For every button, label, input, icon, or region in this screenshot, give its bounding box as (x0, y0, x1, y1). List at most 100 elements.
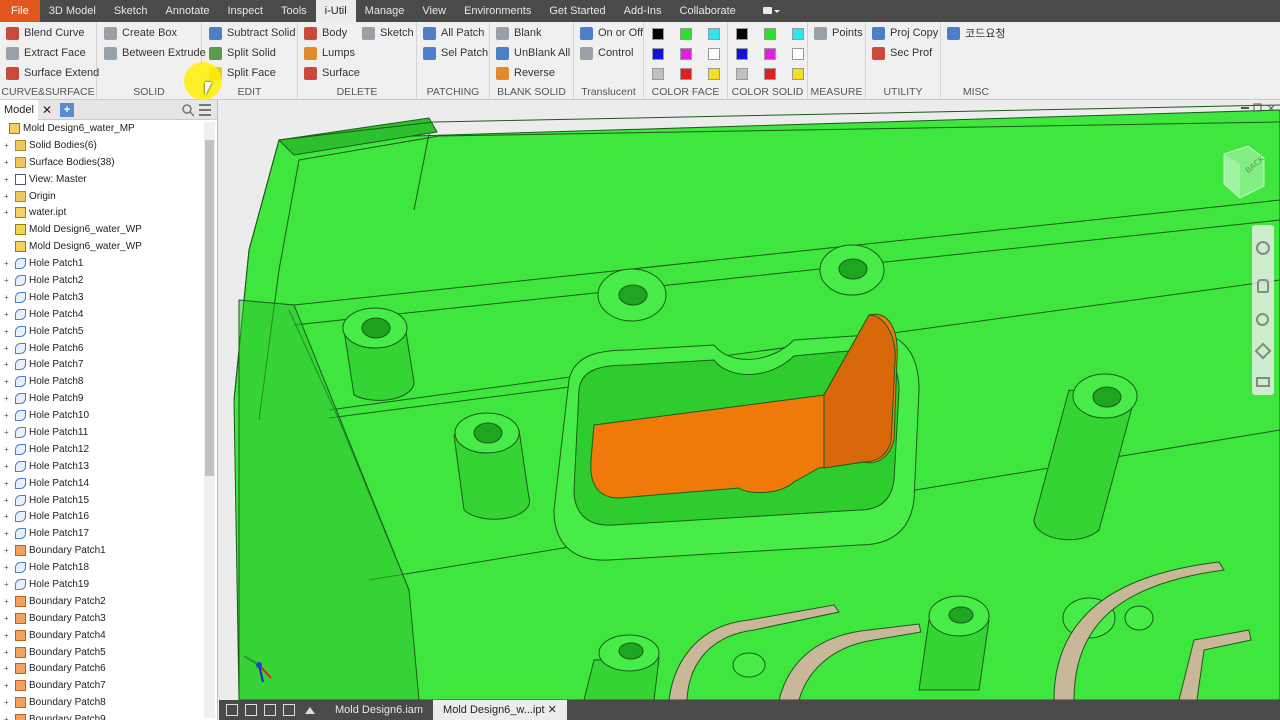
tree-node[interactable]: + water.ipt (0, 204, 204, 221)
search-icon[interactable] (181, 103, 195, 117)
scrollbar-thumb[interactable] (205, 140, 214, 476)
all-patch-button[interactable]: All Patch (423, 24, 484, 42)
proj-copy-button[interactable]: Proj Copy (872, 24, 938, 42)
color-swatch[interactable] (708, 68, 720, 80)
tab-model[interactable]: Model (0, 99, 38, 120)
menu-tab-sketch[interactable]: Sketch (105, 0, 157, 22)
look-at-icon[interactable] (1256, 377, 1270, 387)
document-tab[interactable]: Mold Design6.iam (325, 700, 433, 720)
color-swatch[interactable] (680, 48, 692, 60)
color-swatch[interactable] (792, 48, 804, 60)
steering-wheel-icon[interactable] (1256, 241, 1270, 255)
tree-node[interactable]: + View: Master (0, 171, 204, 188)
tile-horizontal-icon[interactable] (264, 704, 276, 716)
expand-icon[interactable]: + (4, 529, 12, 538)
tree-node[interactable]: + Boundary Patch6 (0, 661, 204, 678)
tree-node[interactable]: + Boundary Patch5 (0, 644, 204, 661)
expand-icon[interactable]: + (4, 597, 12, 606)
color-swatch[interactable] (736, 28, 748, 40)
camera-icon[interactable] (759, 4, 783, 18)
extract-face-button[interactable]: Extract Face (6, 44, 86, 62)
tree-node[interactable]: + Hole Patch11 (0, 424, 204, 441)
tile-windows-icon[interactable] (245, 704, 257, 716)
add-tab-icon[interactable]: + (60, 102, 75, 117)
tree-node[interactable]: + Hole Patch6 (0, 340, 204, 357)
tree-node[interactable]: + Hole Patch14 (0, 475, 204, 492)
tree-node[interactable]: + Hole Patch10 (0, 407, 204, 424)
expand-icon[interactable]: + (4, 631, 12, 640)
menu-tab-tools[interactable]: Tools (272, 0, 316, 22)
between-extrude-button[interactable]: Between Extrude (104, 44, 206, 62)
hamburger-menu-icon[interactable] (199, 104, 211, 116)
expand-icon[interactable]: + (4, 479, 12, 488)
boss-cylinder[interactable] (342, 307, 415, 401)
tree-node[interactable]: + Hole Patch15 (0, 492, 204, 509)
pan-hand-icon[interactable] (1257, 279, 1269, 293)
code-request-button[interactable]: 코드요청 (947, 24, 1005, 42)
boss-cylinder[interactable] (597, 268, 667, 322)
unblank-all-button[interactable]: UnBlank All (496, 44, 570, 62)
tree-node[interactable]: + Hole Patch17 (0, 525, 204, 542)
expand-icon[interactable]: + (4, 445, 12, 454)
expand-icon[interactable]: + (4, 293, 12, 302)
tree-node[interactable]: + Hole Patch16 (0, 508, 204, 525)
tile-vertical-icon[interactable] (283, 704, 295, 716)
expand-icon[interactable]: + (4, 715, 12, 720)
translucent-on-off-button[interactable]: On or Off (580, 24, 643, 42)
expand-icon[interactable]: + (4, 394, 12, 403)
tree-node[interactable]: + Hole Patch3 (0, 289, 204, 306)
tree-node[interactable]: + Hole Patch7 (0, 356, 204, 373)
menu-tab-manage[interactable]: Manage (356, 0, 414, 22)
expand-icon[interactable]: + (4, 327, 12, 336)
tree-node[interactable]: + Hole Patch18 (0, 559, 204, 576)
color-swatch[interactable] (764, 48, 776, 60)
tree-node[interactable]: Mold Design6_water_WP (0, 221, 204, 238)
menu-tab-get-started[interactable]: Get Started (540, 0, 614, 22)
expand-icon[interactable]: + (4, 664, 12, 673)
color-swatch[interactable] (736, 68, 748, 80)
expand-icon[interactable]: + (4, 411, 12, 420)
expand-icon[interactable]: + (4, 496, 12, 505)
tree-node[interactable]: + Boundary Patch8 (0, 694, 204, 711)
expand-icon[interactable]: + (4, 276, 12, 285)
color-swatch[interactable] (708, 28, 720, 40)
menu-tab-inspect[interactable]: Inspect (219, 0, 272, 22)
tree-node[interactable]: + Boundary Patch7 (0, 677, 204, 694)
tree-node[interactable]: + Hole Patch19 (0, 576, 204, 593)
menu-tab-add-ins[interactable]: Add-Ins (615, 0, 671, 22)
collapse-arrow-icon[interactable] (305, 706, 315, 714)
menu-tab-file[interactable]: File (0, 0, 40, 22)
subtract-solid-button[interactable]: Subtract Solid (209, 24, 295, 42)
tree-node[interactable]: + Hole Patch4 (0, 306, 204, 323)
expand-icon[interactable]: + (4, 377, 12, 386)
tree-node[interactable]: + Hole Patch5 (0, 323, 204, 340)
color-swatch[interactable] (792, 68, 804, 80)
tree-node[interactable]: + Hole Patch1 (0, 255, 204, 272)
color-swatch[interactable] (652, 68, 664, 80)
expand-icon[interactable]: + (4, 512, 12, 521)
color-swatch[interactable] (652, 48, 664, 60)
close-icon[interactable]: ✕ (545, 704, 557, 716)
menu-tab-i-util[interactable]: i-Util (315, 0, 356, 22)
tree-node[interactable]: + Boundary Patch2 (0, 593, 204, 610)
expand-icon[interactable]: + (4, 360, 12, 369)
expand-icon[interactable]: + (4, 563, 12, 572)
menu-tab-environments[interactable]: Environments (455, 0, 540, 22)
points-button[interactable]: Points (814, 24, 863, 42)
expand-icon[interactable]: + (4, 546, 12, 555)
tree-node[interactable]: + Solid Bodies(6) (0, 137, 204, 154)
delete-sketch-button[interactable]: Sketch (362, 24, 414, 42)
tree-node[interactable]: + Hole Patch2 (0, 272, 204, 289)
expand-icon[interactable]: + (4, 648, 12, 657)
expand-icon[interactable]: + (4, 175, 12, 184)
blend-curve-button[interactable]: Blend Curve (6, 24, 85, 42)
tree-node[interactable]: + Hole Patch12 (0, 441, 204, 458)
tree-node[interactable]: + Surface Bodies(38) (0, 154, 204, 171)
tree-node[interactable]: Mold Design6_water_WP (0, 238, 204, 255)
color-swatch[interactable] (792, 28, 804, 40)
color-swatch[interactable] (736, 48, 748, 60)
expand-icon[interactable]: + (4, 192, 12, 201)
translucent-control-button[interactable]: Control (580, 44, 633, 62)
boss-cylinder[interactable] (819, 244, 885, 296)
expand-icon[interactable]: + (4, 462, 12, 471)
